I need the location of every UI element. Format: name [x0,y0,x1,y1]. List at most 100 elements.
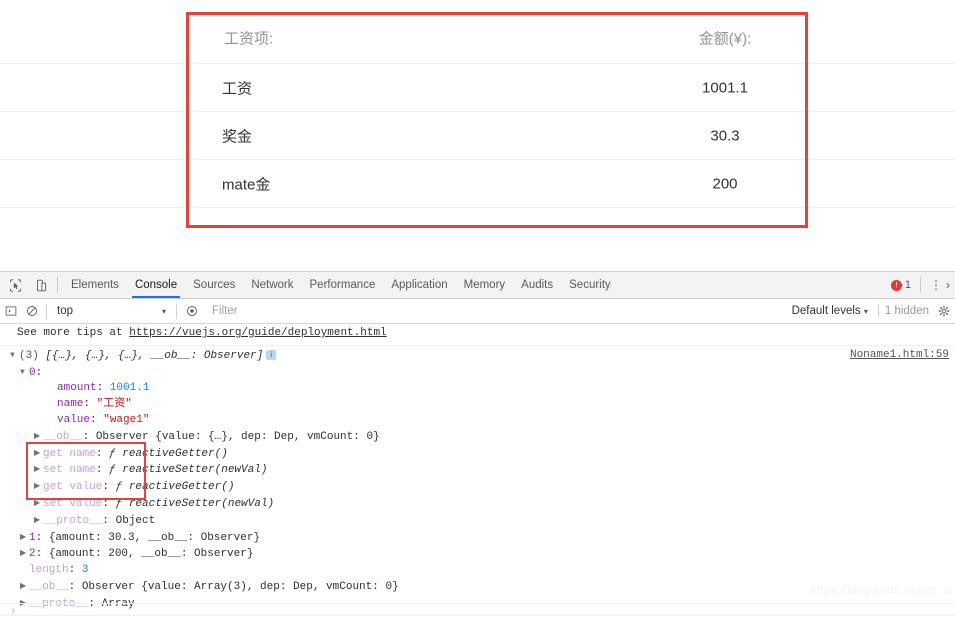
filterbar-divider [176,303,177,319]
hidden-messages-count: 1 hidden [877,305,935,317]
console-prompt[interactable]: › [0,603,955,620]
filter-input[interactable]: Filter [202,305,792,317]
log-levels-value: Default levels [791,305,861,317]
disclosure-triangle-icon[interactable]: ▼ [20,365,29,381]
live-expression-icon[interactable] [181,301,202,321]
object-tree-value: ƒ reactiveSetter(newVal) [115,497,275,510]
disclosure-triangle-icon[interactable]: ▼ [10,348,19,364]
object-tree-value: ƒ reactiveSetter(newVal) [109,464,268,477]
object-tree-separator: : [35,531,49,544]
disclosure-triangle-icon[interactable]: ▶ [34,496,43,512]
object-tree-separator: : [68,580,82,593]
object-tree-line[interactable]: ▶ __ob__: Observer {value: Array(3), dep:… [10,579,955,596]
object-tree-separator: : [102,514,116,527]
tab-audits[interactable]: Audits [513,273,561,298]
tab-performance[interactable]: Performance [302,273,384,298]
row-amount: 30.3 [710,127,740,144]
tabbar-divider [57,277,58,293]
devtools-tabbar: Elements Console Sources Network Perform… [0,272,955,299]
object-tree-line[interactable]: length: 3 [10,563,955,579]
array-header-line[interactable]: ▼ (3) [{…}, {…}, {…}, __ob__: Observer] i [10,348,955,365]
tab-sources[interactable]: Sources [185,273,243,298]
table-header-row: 工资项: 金额(¥): [0,12,955,64]
object-tree-separator: : [83,398,97,411]
disclosure-triangle-icon[interactable]: ▶ [34,462,43,478]
object-tree-separator: : [35,548,49,561]
object-tree-key: value [57,413,91,426]
log-levels-select[interactable]: Default levels ▾ [792,305,874,317]
tab-elements[interactable]: Elements [63,273,127,298]
object-tree-key: 2 [29,548,36,561]
disclosure-triangle-icon[interactable]: ▶ [34,513,43,529]
object-tree-line[interactable]: value: "wage1" [10,413,955,429]
object-tree-line[interactable]: ▶ __proto__: Object [10,513,955,530]
object-tree-line[interactable]: ▶ 2: {amount: 200, __ob__: Observer} [10,546,955,563]
object-tree-value: 1001.1 [109,382,150,395]
tab-network[interactable]: Network [243,273,301,298]
table-row[interactable]: 奖金 30.3 [0,112,955,160]
close-devtools-icon[interactable]: › [946,278,950,292]
tabbar-divider [920,277,921,293]
tab-application[interactable]: Application [383,273,455,298]
gear-icon[interactable] [935,305,953,317]
tab-security[interactable]: Security [561,273,619,298]
object-tree-line[interactable]: ▶ set name: ƒ reactiveSetter(newVal) [10,462,955,479]
console-message-array[interactable]: Noname1.html:59 ▼ (3) [{…}, {…}, {…}, __o… [0,346,955,616]
object-tree-separator: : [82,430,96,443]
object-tree-value: "wage1" [103,413,150,426]
error-count-badge[interactable]: ! 1 [890,279,911,291]
object-tree-line[interactable]: name: "工资" [10,397,955,413]
console-sidebar-icon[interactable] [0,301,21,321]
device-toolbar-icon[interactable] [30,275,52,295]
disclosure-triangle-icon[interactable]: ▶ [34,479,43,495]
object-tree-value: Object [115,514,156,527]
disclosure-triangle-icon[interactable]: ▶ [34,429,43,445]
object-tree-separator: : [102,481,116,494]
tip-text: See more tips at [17,327,130,339]
tab-memory[interactable]: Memory [456,273,514,298]
object-tree-value: 3 [81,564,89,577]
source-link[interactable]: Noname1.html:59 [850,348,949,364]
chevron-down-icon: ▾ [863,307,868,316]
object-tree-line[interactable]: ▶ get name: ƒ reactiveGetter() [10,446,955,463]
array-count: (3) [19,349,39,362]
more-options-icon[interactable]: ⋮ [929,279,943,291]
object-tree-value: ƒ reactiveGetter() [115,481,235,494]
table-row[interactable]: mate金 200 [0,160,955,208]
filterbar-divider [46,303,47,319]
object-tree-key: set name [43,464,96,477]
object-tree-key: set value [43,497,103,510]
object-tree-key: get value [43,481,103,494]
object-tree-separator: : [95,447,110,460]
disclosure-triangle-icon[interactable]: ▶ [20,530,29,546]
console-messages[interactable]: See more tips at https://vuejs.org/guide… [0,324,955,620]
table-row[interactable]: 工资 1001.1 [0,64,955,112]
object-tree-separator: : [96,382,110,395]
clear-console-icon[interactable] [21,301,42,321]
error-icon: ! [890,279,902,291]
execution-context-select[interactable]: top ▾ [51,305,172,317]
row-name: 奖金 [222,128,253,145]
object-tree-line[interactable]: ▶ 1: {amount: 30.3, __ob__: Observer} [10,530,955,547]
console-filter-bar: top ▾ Filter Default levels ▾ 1 hidden [0,299,955,324]
array-preview: [{…}, {…}, {…}, __ob__: Observer] [45,349,264,362]
object-tree[interactable]: ▼ 0: amount: 1001.1 name: "工资" value: "wage1… [10,365,955,613]
vuejs-deployment-link[interactable]: https://vuejs.org/guide/deployment.html [129,327,386,339]
header-cell-name: 工资项: [224,30,274,47]
inspect-cursor-icon[interactable] [4,275,26,295]
error-count: 1 [904,279,911,291]
object-tree-line[interactable]: ▼ 0: [10,365,955,382]
info-icon[interactable]: i [266,349,277,360]
object-tree-line[interactable]: amount: 1001.1 [10,381,955,397]
object-tree-line[interactable]: ▶ set value: ƒ reactiveSetter(newVal) [10,496,955,513]
disclosure-triangle-icon[interactable]: ▶ [20,579,29,595]
table-footer-row [0,208,955,228]
object-tree-line[interactable]: ▶ __ob__: Observer {value: {…}, dep: Dep,… [10,429,955,446]
salary-table-page: 工资项: 金额(¥): 工资 1001.1 奖金 30.3 mate金 200 [0,0,955,268]
tab-console[interactable]: Console [127,273,185,298]
disclosure-triangle-icon[interactable]: ▶ [34,446,43,462]
console-message-tip: See more tips at https://vuejs.org/guide… [0,324,955,346]
object-tree-separator: : [90,413,104,426]
disclosure-triangle-icon[interactable]: ▶ [20,546,29,562]
object-tree-line[interactable]: ▶ get value: ƒ reactiveGetter() [10,479,955,496]
